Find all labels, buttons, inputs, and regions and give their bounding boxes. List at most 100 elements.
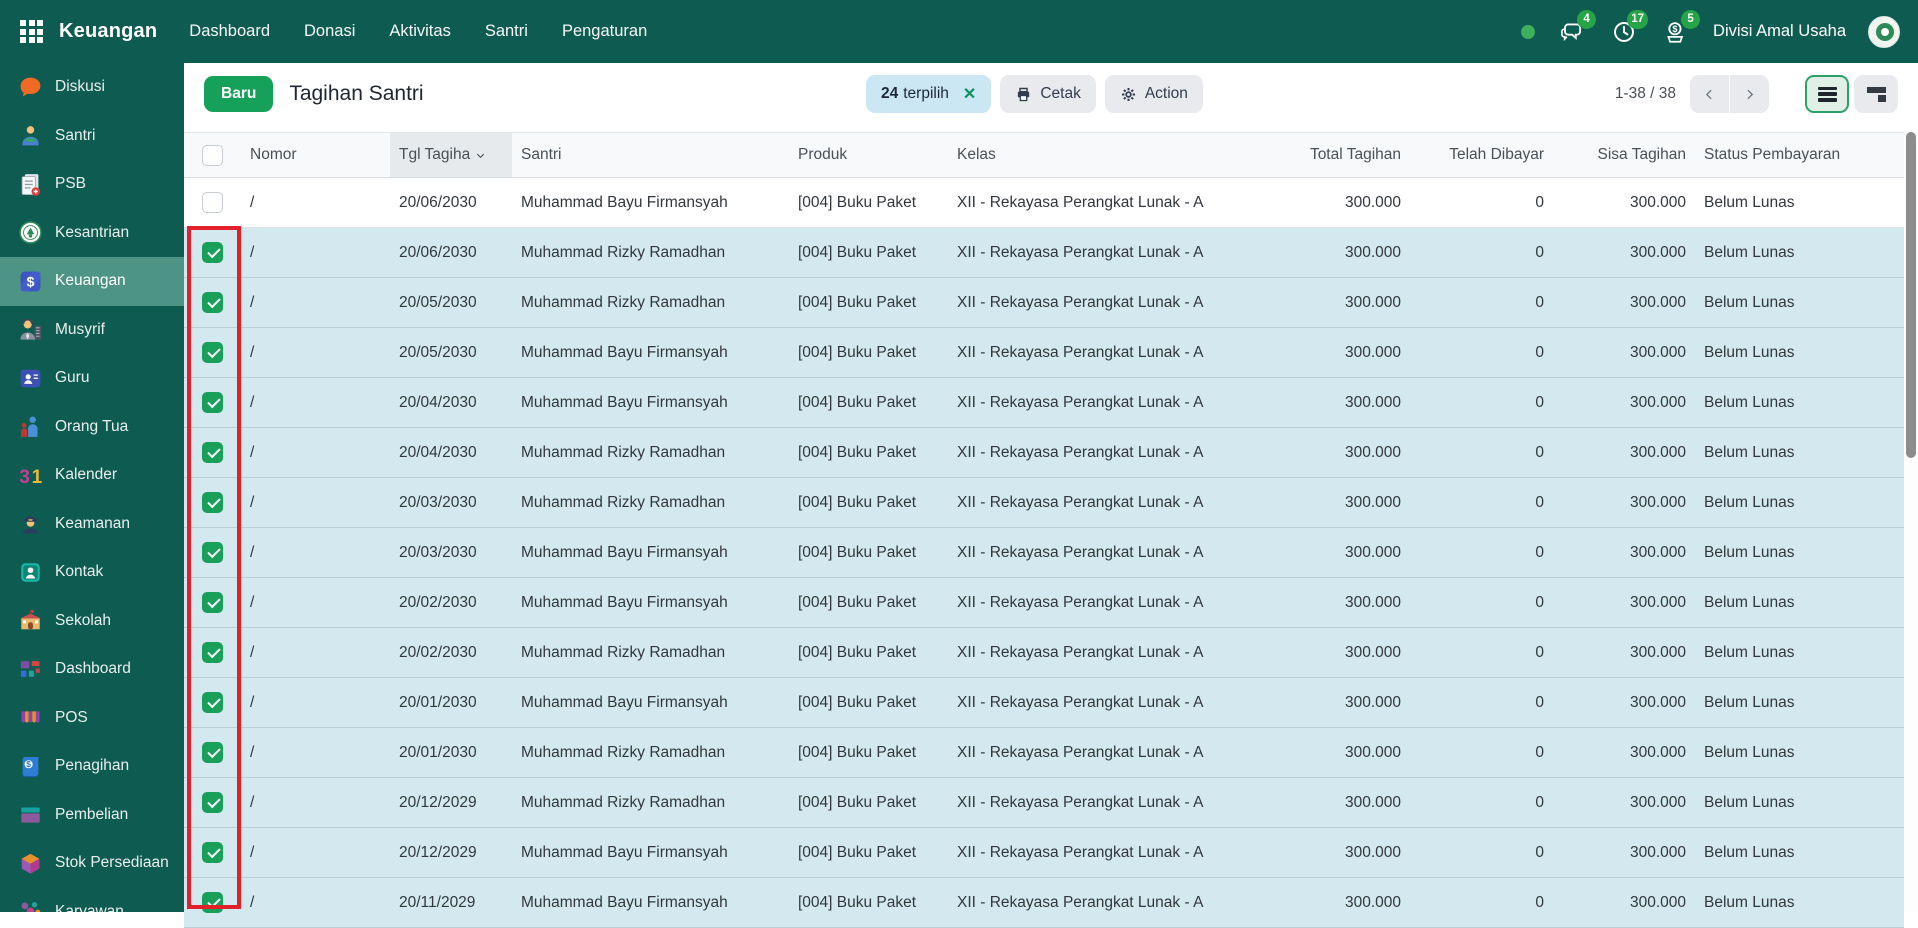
sidebar-item-kalender[interactable]: 31 Kalender [0, 451, 184, 500]
menu-item[interactable]: Dashboard [189, 22, 270, 41]
table-row[interactable]: / 20/01/2030 Muhammad Rizky Ramadhan [00… [184, 728, 1904, 778]
cell-nomor[interactable]: / [241, 678, 390, 727]
table-row[interactable]: / 20/05/2030 Muhammad Bayu Firmansyah [0… [184, 328, 1904, 378]
row-checkbox[interactable] [202, 492, 223, 513]
cell-total-tagihan[interactable]: 300.000 [1240, 478, 1410, 527]
cell-kelas[interactable]: XII - Rekayasa Perangkat Lunak - A [948, 228, 1240, 277]
cell-telah-dibayar[interactable]: 0 [1410, 728, 1553, 777]
row-checkbox[interactable] [202, 292, 223, 313]
cell-nomor[interactable]: / [241, 378, 390, 427]
cell-total-tagihan[interactable]: 300.000 [1240, 778, 1410, 827]
sidebar-item-pembelian[interactable]: Pembelian [0, 791, 184, 840]
cell-produk[interactable]: [004] Buku Paket [789, 478, 948, 527]
sidebar-item-diskusi[interactable]: Diskusi [0, 63, 184, 112]
cell-produk[interactable]: [004] Buku Paket [789, 278, 948, 327]
list-view-button[interactable] [1805, 75, 1849, 113]
cell-kelas[interactable]: XII - Rekayasa Perangkat Lunak - A [948, 678, 1240, 727]
cell-nomor[interactable]: / [241, 728, 390, 777]
menu-item[interactable]: Aktivitas [389, 22, 450, 41]
new-button[interactable]: Baru [204, 76, 273, 112]
cell-total-tagihan[interactable]: 300.000 [1240, 828, 1410, 877]
row-checkbox-cell[interactable] [184, 278, 241, 327]
cell-telah-dibayar[interactable]: 0 [1410, 328, 1553, 377]
table-row[interactable]: / 20/05/2030 Muhammad Rizky Ramadhan [00… [184, 278, 1904, 328]
column-header-santri[interactable]: Santri [512, 133, 789, 177]
cell-total-tagihan[interactable]: 300.000 [1240, 578, 1410, 627]
cell-produk[interactable]: [004] Buku Paket [789, 378, 948, 427]
cell-santri[interactable]: Muhammad Bayu Firmansyah [512, 878, 789, 927]
table-row[interactable]: / 20/12/2029 Muhammad Bayu Firmansyah [0… [184, 828, 1904, 878]
cell-nomor[interactable]: / [241, 528, 390, 577]
sidebar-item-dashboard[interactable]: Dashboard [0, 645, 184, 694]
cell-tgl-tagihan[interactable]: 20/11/2029 [390, 878, 512, 927]
cell-produk[interactable]: [004] Buku Paket [789, 878, 948, 927]
cell-kelas[interactable]: XII - Rekayasa Perangkat Lunak - A [948, 878, 1240, 927]
row-checkbox-cell[interactable] [184, 578, 241, 627]
row-checkbox[interactable] [202, 192, 223, 213]
cell-kelas[interactable]: XII - Rekayasa Perangkat Lunak - A [948, 628, 1240, 677]
sidebar-item-keamanan[interactable]: Keamanan [0, 500, 184, 549]
row-checkbox-cell[interactable] [184, 228, 241, 277]
cell-status-pembayaran[interactable]: Belum Lunas [1695, 178, 1904, 227]
cell-produk[interactable]: [004] Buku Paket [789, 678, 948, 727]
kanban-view-button[interactable] [1854, 75, 1898, 113]
row-checkbox[interactable] [202, 692, 223, 713]
cell-tgl-tagihan[interactable]: 20/04/2030 [390, 428, 512, 477]
row-checkbox-cell[interactable] [184, 478, 241, 527]
cell-total-tagihan[interactable]: 300.000 [1240, 878, 1410, 927]
cell-telah-dibayar[interactable]: 0 [1410, 428, 1553, 477]
cell-tgl-tagihan[interactable]: 20/06/2030 [390, 228, 512, 277]
sidebar-item-kesantrian[interactable]: Kesantrian [0, 209, 184, 258]
cell-status-pembayaran[interactable]: Belum Lunas [1695, 878, 1904, 927]
pager-previous-button[interactable] [1690, 75, 1729, 113]
table-row[interactable]: / 20/02/2030 Muhammad Bayu Firmansyah [0… [184, 578, 1904, 628]
column-header-kelas[interactable]: Kelas [948, 133, 1240, 177]
cell-kelas[interactable]: XII - Rekayasa Perangkat Lunak - A [948, 828, 1240, 877]
payments-icon[interactable]: $ 5 [1661, 17, 1691, 47]
column-header-tgl-tagihan[interactable]: Tgl Tagiha [390, 133, 512, 177]
cell-total-tagihan[interactable]: 300.000 [1240, 328, 1410, 377]
cell-santri[interactable]: Muhammad Rizky Ramadhan [512, 278, 789, 327]
cell-kelas[interactable]: XII - Rekayasa Perangkat Lunak - A [948, 278, 1240, 327]
table-row[interactable]: / 20/06/2030 Muhammad Bayu Firmansyah [0… [184, 178, 1904, 228]
sidebar-item-guru[interactable]: Guru [0, 354, 184, 403]
cell-kelas[interactable]: XII - Rekayasa Perangkat Lunak - A [948, 578, 1240, 627]
cell-total-tagihan[interactable]: 300.000 [1240, 428, 1410, 477]
cell-nomor[interactable]: / [241, 628, 390, 677]
row-checkbox-cell[interactable] [184, 828, 241, 877]
sidebar-item-stok-persediaan[interactable]: Stok Persediaan [0, 839, 184, 888]
cell-kelas[interactable]: XII - Rekayasa Perangkat Lunak - A [948, 528, 1240, 577]
cell-kelas[interactable]: XII - Rekayasa Perangkat Lunak - A [948, 328, 1240, 377]
cell-total-tagihan[interactable]: 300.000 [1240, 528, 1410, 577]
table-row[interactable]: / 20/04/2030 Muhammad Rizky Ramadhan [00… [184, 428, 1904, 478]
row-checkbox-cell[interactable] [184, 678, 241, 727]
select-all-checkbox[interactable] [202, 145, 223, 166]
cell-status-pembayaran[interactable]: Belum Lunas [1695, 828, 1904, 877]
cell-sisa-tagihan[interactable]: 300.000 [1553, 428, 1695, 477]
table-row[interactable]: / 20/02/2030 Muhammad Rizky Ramadhan [00… [184, 628, 1904, 678]
cell-telah-dibayar[interactable]: 0 [1410, 778, 1553, 827]
cell-produk[interactable]: [004] Buku Paket [789, 628, 948, 677]
table-row[interactable]: / 20/03/2030 Muhammad Bayu Firmansyah [0… [184, 528, 1904, 578]
cell-status-pembayaran[interactable]: Belum Lunas [1695, 528, 1904, 577]
cell-sisa-tagihan[interactable]: 300.000 [1553, 828, 1695, 877]
cell-total-tagihan[interactable]: 300.000 [1240, 628, 1410, 677]
cell-tgl-tagihan[interactable]: 20/04/2030 [390, 378, 512, 427]
cell-status-pembayaran[interactable]: Belum Lunas [1695, 678, 1904, 727]
row-checkbox-cell[interactable] [184, 378, 241, 427]
cell-telah-dibayar[interactable]: 0 [1410, 278, 1553, 327]
cell-santri[interactable]: Muhammad Bayu Firmansyah [512, 828, 789, 877]
column-header-nomor[interactable]: Nomor [241, 133, 390, 177]
cell-kelas[interactable]: XII - Rekayasa Perangkat Lunak - A [948, 378, 1240, 427]
sidebar-item-penagihan[interactable]: $ Penagihan [0, 742, 184, 791]
cell-kelas[interactable]: XII - Rekayasa Perangkat Lunak - A [948, 478, 1240, 527]
cell-total-tagihan[interactable]: 300.000 [1240, 278, 1410, 327]
row-checkbox-cell[interactable] [184, 628, 241, 677]
cell-tgl-tagihan[interactable]: 20/01/2030 [390, 678, 512, 727]
sidebar-item-santri[interactable]: Santri [0, 112, 184, 161]
table-row[interactable]: / 20/12/2029 Muhammad Rizky Ramadhan [00… [184, 778, 1904, 828]
cell-sisa-tagihan[interactable]: 300.000 [1553, 878, 1695, 927]
cell-kelas[interactable]: XII - Rekayasa Perangkat Lunak - A [948, 178, 1240, 227]
cell-nomor[interactable]: / [241, 278, 390, 327]
row-checkbox-cell[interactable] [184, 178, 241, 227]
